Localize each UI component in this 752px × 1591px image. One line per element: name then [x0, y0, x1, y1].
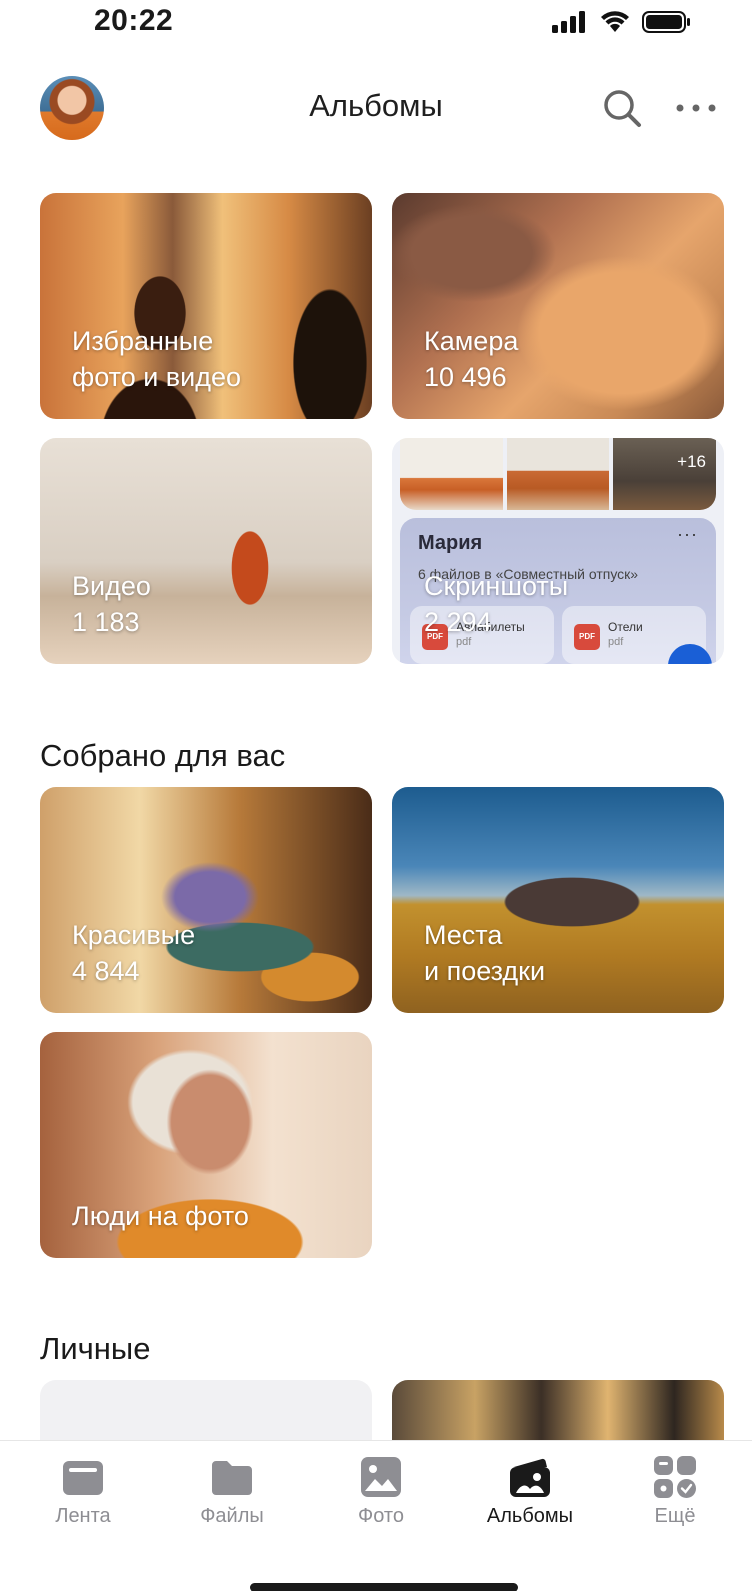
pdf-icon: PDF	[574, 624, 600, 650]
section-title-personal: Личные	[40, 1331, 151, 1366]
album-places-subtitle: и поездки	[424, 956, 546, 986]
tab-feed-label: Лента	[55, 1505, 111, 1527]
album-screenshots-label: Скриншоты 2 294	[424, 568, 568, 640]
battery-icon	[642, 11, 690, 33]
album-places-label: Места и поездки	[424, 917, 545, 989]
search-icon	[604, 90, 641, 127]
tab-more-label: Ещё	[654, 1505, 696, 1527]
album-places-title: Места	[424, 920, 503, 950]
tab-feed[interactable]: Лента	[28, 1455, 138, 1535]
more-services-icon	[653, 1455, 697, 1499]
cellular-signal-icon	[552, 11, 585, 33]
preview-dots: ···	[677, 524, 698, 544]
album-video-title: Видео	[72, 571, 151, 601]
preview-author: Мария	[418, 532, 483, 554]
more-horizontal-icon	[676, 104, 716, 112]
album-screenshots-title: Скриншоты	[424, 571, 569, 601]
album-camera[interactable]: Камера 10 496	[392, 193, 724, 419]
album-people[interactable]: Люди на фото	[40, 1032, 372, 1258]
album-beautiful-count: 4 844	[72, 956, 140, 986]
album-beautiful-label: Красивые 4 844	[72, 917, 195, 989]
album-favorites[interactable]: Избранные фото и видео	[40, 193, 372, 419]
album-personal-1[interactable]	[40, 1380, 372, 1440]
album-video[interactable]: Видео 1 183	[40, 438, 372, 664]
preview-file-name: Отели	[608, 620, 643, 634]
more-button[interactable]	[674, 86, 718, 130]
tab-bar: Лента Файлы Фото Альбомы Ещё	[0, 1440, 752, 1591]
album-favorites-subtitle: фото и видео	[72, 362, 242, 392]
album-beautiful[interactable]: Красивые 4 844	[40, 787, 372, 1013]
tab-photos[interactable]: Фото	[326, 1455, 436, 1535]
preview-thumbnail: +16	[613, 438, 716, 510]
album-video-count: 1 183	[72, 607, 140, 637]
tab-files[interactable]: Файлы	[177, 1455, 287, 1535]
tab-albums[interactable]: Альбомы	[475, 1455, 585, 1535]
album-favorites-label: Избранные фото и видео	[72, 323, 241, 395]
search-button[interactable]	[600, 86, 644, 130]
album-screenshots[interactable]: +16 Мария ··· 6 файлов в «Совместный отп…	[392, 438, 724, 664]
album-screenshots-count: 2 294	[424, 607, 492, 637]
screenshot-preview-strip: +16	[400, 438, 716, 510]
preview-thumbnail	[400, 438, 503, 510]
preview-thumbnail	[506, 438, 610, 510]
album-favorites-title: Избранные	[72, 326, 214, 356]
wifi-icon	[601, 11, 629, 32]
album-people-label: Люди на фото	[72, 1198, 249, 1234]
folder-icon	[210, 1455, 254, 1499]
feed-icon	[61, 1455, 105, 1499]
album-places[interactable]: Места и поездки	[392, 787, 724, 1013]
album-personal-2[interactable]	[392, 1380, 724, 1440]
album-people-title: Люди на фото	[72, 1201, 249, 1231]
album-camera-label: Камера 10 496	[424, 323, 518, 395]
tab-photos-label: Фото	[358, 1505, 404, 1527]
album-camera-title: Камера	[424, 326, 519, 356]
tab-more[interactable]: Ещё	[620, 1455, 730, 1535]
tab-files-label: Файлы	[200, 1505, 264, 1527]
home-indicator	[250, 1583, 518, 1591]
tab-albums-label: Альбомы	[486, 1505, 574, 1527]
status-bar: 20:22	[0, 0, 752, 50]
status-icons	[552, 10, 692, 34]
album-video-label: Видео 1 183	[72, 568, 151, 640]
album-camera-count: 10 496	[424, 362, 507, 392]
albums-icon	[508, 1455, 552, 1499]
more-count: +16	[677, 452, 707, 471]
section-title-collected: Собрано для вас	[40, 738, 286, 773]
photo-icon	[359, 1455, 403, 1499]
header: Альбомы	[0, 70, 752, 146]
status-time: 20:22	[94, 4, 174, 37]
album-beautiful-title: Красивые	[72, 920, 196, 950]
preview-file-type: pdf	[608, 636, 624, 648]
